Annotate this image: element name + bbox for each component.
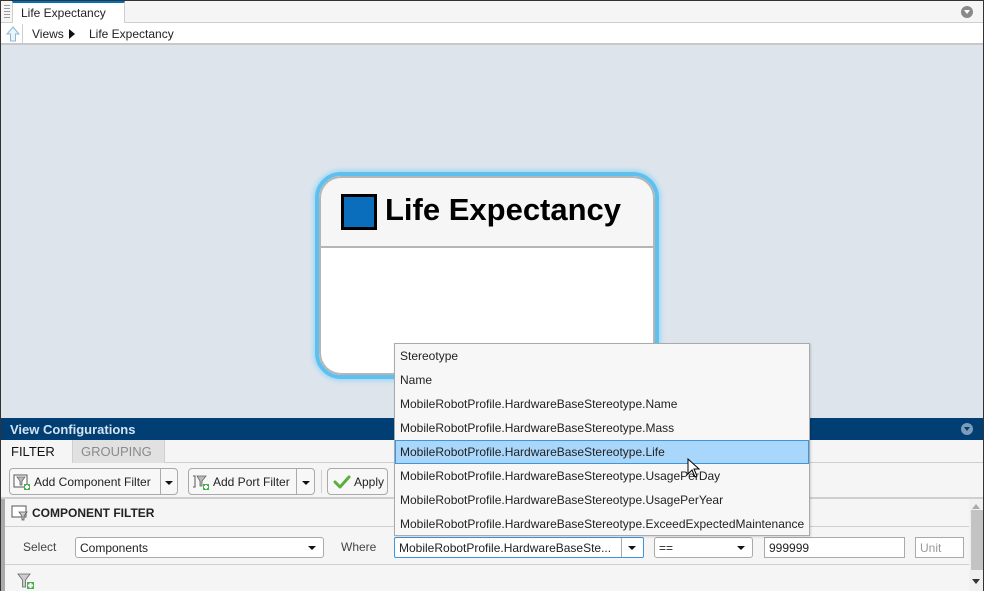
split-divider — [296, 469, 297, 494]
breadcrumb-views[interactable]: Views — [32, 27, 64, 41]
apply-label: Apply — [354, 475, 385, 489]
panel-menu-icon[interactable] — [961, 423, 973, 435]
tab-life-expectancy[interactable]: Life Expectancy — [12, 1, 125, 24]
operator-dropdown[interactable]: == — [654, 537, 753, 558]
scroll-down-icon[interactable] — [972, 579, 980, 584]
view-color-swatch — [341, 194, 377, 230]
where-label: Where — [341, 540, 377, 554]
document-tab-bar: Life Expectancy — [1, 1, 983, 24]
dropdown-option[interactable]: MobileRobotProfile.HardwareBaseStereotyp… — [395, 512, 809, 536]
chevron-down-icon[interactable] — [302, 481, 310, 485]
split-divider — [160, 469, 161, 494]
add-port-filter-button[interactable]: Add Port Filter — [188, 468, 315, 495]
arrow-up-icon — [6, 26, 20, 42]
panel-title: View Configurations — [10, 422, 136, 437]
select-dropdown[interactable]: Components — [75, 537, 324, 558]
add-port-filter-icon — [193, 475, 209, 490]
unit-input[interactable]: Unit — [915, 537, 964, 558]
split-divider — [621, 538, 622, 557]
dropdown-option[interactable]: Stereotype — [395, 344, 809, 368]
value-input[interactable]: 999999 — [764, 537, 905, 558]
view-element-title: Life Expectancy — [385, 192, 622, 227]
dropdown-option[interactable]: MobileRobotProfile.HardwareBaseStereotyp… — [395, 488, 809, 512]
component-filter-title: COMPONENT FILTER — [32, 506, 155, 520]
view-element-header: Life Expectancy — [319, 176, 655, 248]
where-value: MobileRobotProfile.HardwareBaseSte... — [399, 541, 612, 555]
where-dropdown[interactable]: MobileRobotProfile.HardwareBaseSte... — [394, 537, 644, 558]
checkmark-icon — [333, 475, 351, 489]
add-filter-icon[interactable] — [17, 572, 35, 590]
add-component-filter-label: Add Component Filter — [34, 475, 151, 489]
breadcrumb-current[interactable]: Life Expectancy — [89, 27, 174, 41]
tab-menu-icon[interactable] — [961, 6, 973, 18]
chevron-down-icon — [628, 546, 636, 550]
up-button[interactable] — [3, 24, 23, 43]
scroll-up-icon[interactable] — [972, 504, 980, 509]
breadcrumb: Views Life Expectancy — [1, 23, 983, 45]
tab-grouping[interactable]: GROUPING — [72, 440, 165, 463]
tab-filter[interactable]: FILTER — [1, 440, 72, 463]
dropdown-option[interactable]: MobileRobotProfile.HardwareBaseStereotyp… — [395, 416, 809, 440]
scroll-thumb[interactable] — [971, 510, 983, 570]
dropdown-option[interactable]: MobileRobotProfile.HardwareBaseStereotyp… — [395, 464, 809, 488]
chevron-down-icon — [737, 546, 745, 550]
chevron-down-icon — [308, 546, 316, 550]
chevron-down-icon[interactable] — [165, 481, 173, 485]
apply-button[interactable]: Apply — [327, 468, 388, 495]
mouse-cursor-icon — [687, 458, 701, 478]
component-filter-icon — [11, 505, 28, 521]
toolbar-separator — [321, 470, 322, 493]
select-label: Select — [23, 540, 57, 554]
operator-value: == — [659, 541, 674, 555]
tab-label: Life Expectancy — [21, 6, 106, 20]
where-dropdown-list: Stereotype Name MobileRobotProfile.Hardw… — [394, 343, 810, 536]
dropdown-option[interactable]: Name — [395, 368, 809, 392]
grip-icon[interactable] — [4, 5, 10, 19]
add-component-filter-button[interactable]: Add Component Filter — [9, 468, 178, 495]
dropdown-option-selected[interactable]: MobileRobotProfile.HardwareBaseStereotyp… — [395, 440, 809, 464]
dropdown-option[interactable]: MobileRobotProfile.HardwareBaseStereotyp… — [395, 392, 809, 416]
breadcrumb-separator-icon — [69, 29, 75, 39]
add-port-filter-label: Add Port Filter — [213, 475, 290, 489]
select-value: Components — [80, 541, 149, 555]
vertical-scrollbar[interactable] — [969, 499, 983, 591]
add-component-filter-icon — [13, 474, 30, 490]
